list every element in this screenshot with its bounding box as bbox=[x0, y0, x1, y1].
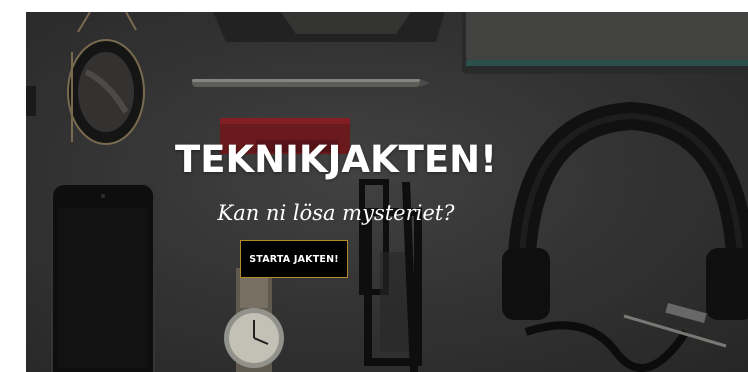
hero-subtitle: Kan ni lösa mysteriet? bbox=[217, 201, 455, 225]
page: TEKNIKJAKTEN! Kan ni lösa mysteriet? STA… bbox=[0, 0, 748, 372]
hero-overlay bbox=[26, 12, 748, 372]
hero-title: TEKNIKJAKTEN! bbox=[174, 138, 497, 181]
left-margin bbox=[0, 0, 26, 372]
hero-section: TEKNIKJAKTEN! Kan ni lösa mysteriet? STA… bbox=[26, 12, 748, 372]
start-hunt-button[interactable]: STARTA JAKTEN! bbox=[240, 240, 348, 278]
